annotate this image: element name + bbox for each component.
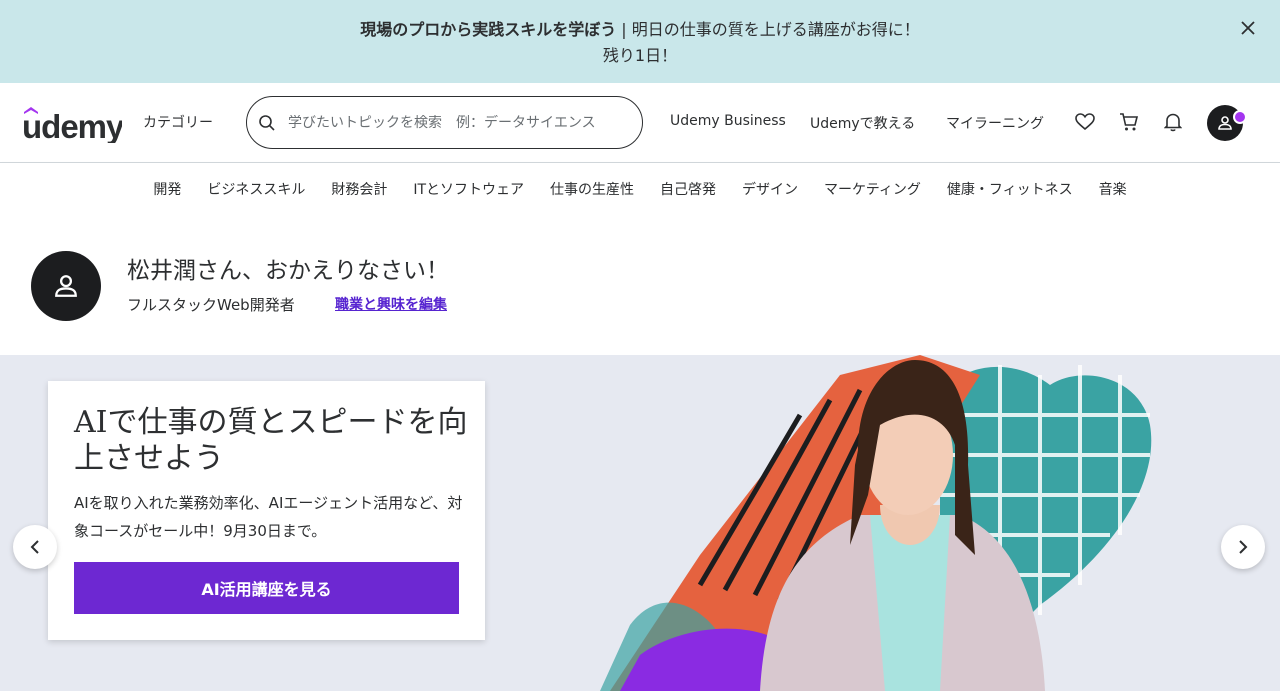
udemy-business-link[interactable]: Udemy Business xyxy=(670,113,786,129)
category-business[interactable]: ビジネススキル xyxy=(194,179,318,199)
cart-icon[interactable] xyxy=(1116,109,1142,135)
category-music[interactable]: 音楽 xyxy=(1086,179,1140,199)
category-personal-development[interactable]: 自己啓発 xyxy=(647,179,729,199)
udemy-logo-mark: udemy xyxy=(22,107,122,143)
teach-on-udemy-link[interactable]: Udemyで教える xyxy=(810,113,915,133)
bell-icon[interactable] xyxy=(1160,109,1186,135)
udemy-logo[interactable]: udemy xyxy=(22,103,122,143)
hero-description: AIを取り入れた業務効率化、AIエージェント活用など、対象コースがセール中！9月… xyxy=(74,494,463,540)
promo-line-1: 現場のプロから実践スキルを学ぼう | 明日の仕事の質を上げる講座がお得に！ xyxy=(0,16,1280,40)
avatar xyxy=(31,251,101,321)
category-design[interactable]: デザイン xyxy=(729,179,811,199)
user-icon xyxy=(1218,116,1232,130)
notification-dot xyxy=(1233,110,1247,124)
occupation-label: フルスタックWeb開発者 xyxy=(127,296,295,314)
edit-occupation-link[interactable]: 職業と興味を編集 xyxy=(335,294,447,314)
promo-banner: 現場のプロから実践スキルを学ぼう | 明日の仕事の質を上げる講座がお得に！ 残り… xyxy=(0,0,1280,83)
search-bar[interactable] xyxy=(246,96,643,149)
promo-separator: | xyxy=(616,20,632,39)
hero-card: AIで仕事の質とスピードを向上させよう AIを取り入れた業務効率化、AIエージェ… xyxy=(48,381,485,640)
welcome-section: 松井潤さん、おかえりなさい！ フルスタックWeb開発者 職業と興味を編集 xyxy=(0,215,1280,355)
promo-countdown: 残り1日！ xyxy=(602,46,678,65)
chevron-right-icon xyxy=(1239,540,1248,554)
my-learning-link[interactable]: マイラーニング xyxy=(946,113,1044,133)
hero-title: AIで仕事の質とスピードを向上させよう xyxy=(74,405,468,476)
logo-wordmark: udemy xyxy=(22,108,122,143)
categories-menu[interactable]: カテゴリー xyxy=(143,112,213,132)
welcome-greeting: 松井潤さん、おかえりなさい！ xyxy=(127,258,449,284)
carousel-next-button[interactable] xyxy=(1221,525,1265,569)
category-health-fitness[interactable]: 健康・フィットネス xyxy=(934,179,1086,199)
category-it-software[interactable]: ITとソフトウェア xyxy=(400,179,537,199)
chevron-left-icon xyxy=(30,540,39,554)
promo-headline: 現場のプロから実践スキルを学ぼう xyxy=(360,20,617,39)
heart-icon[interactable] xyxy=(1072,109,1098,135)
site-header: udemy カテゴリー Udemy Business Udemyで教える マイラ… xyxy=(0,83,1280,163)
category-productivity[interactable]: 仕事の生産性 xyxy=(537,179,647,199)
search-icon[interactable] xyxy=(258,114,276,132)
category-nav: 開発 ビジネススキル 財務会計 ITとソフトウェア 仕事の生産性 自己啓発 デザ… xyxy=(0,163,1280,215)
category-finance[interactable]: 財務会計 xyxy=(318,179,400,199)
hero-cta-button[interactable]: AI活用講座を見る xyxy=(74,562,459,614)
category-marketing[interactable]: マーケティング xyxy=(811,179,934,199)
hero-banner: AIで仕事の質とスピードを向上させよう AIを取り入れた業務効率化、AIエージェ… xyxy=(0,355,1280,691)
category-development[interactable]: 開発 xyxy=(140,179,194,199)
promo-message: 明日の仕事の質を上げる講座がお得に！ xyxy=(631,20,920,39)
user-icon xyxy=(55,275,77,297)
close-icon[interactable] xyxy=(1236,16,1260,40)
carousel-prev-button[interactable] xyxy=(13,525,57,569)
search-input[interactable] xyxy=(288,114,628,131)
